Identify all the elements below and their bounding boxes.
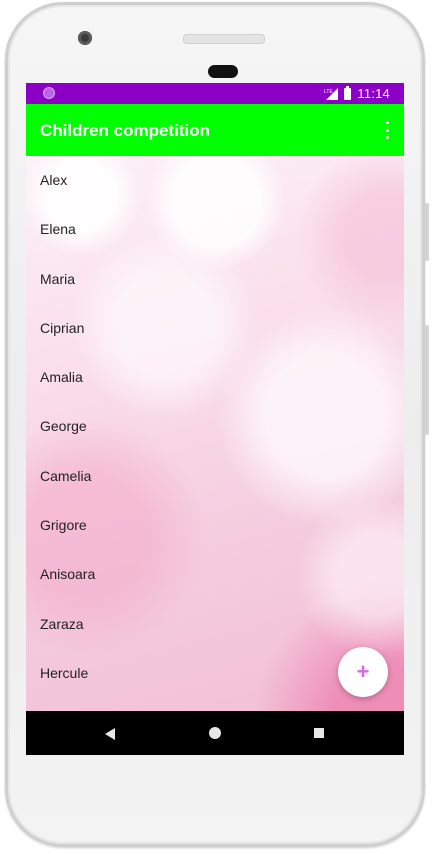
- notification-dot-icon: [43, 87, 55, 99]
- list-item[interactable]: Zaraza: [26, 600, 404, 649]
- app-bar: Children competition: [26, 104, 404, 156]
- power-button: [425, 203, 429, 261]
- earpiece-speaker: [183, 34, 265, 44]
- network-type-label: LTE: [324, 89, 333, 95]
- back-icon[interactable]: [104, 727, 116, 745]
- list-item[interactable]: Anisoara: [26, 550, 404, 599]
- children-list-container[interactable]: Alex Elena Maria Ciprian Amalia George C…: [26, 156, 404, 711]
- add-child-button[interactable]: +: [338, 647, 388, 697]
- status-bar: LTE 11:14: [26, 83, 404, 104]
- status-icons: LTE 11:14: [324, 85, 390, 102]
- list-item[interactable]: Maria: [26, 255, 404, 304]
- add-icon: +: [356, 659, 370, 684]
- proximity-sensor: [208, 65, 238, 78]
- children-list: Alex Elena Maria Ciprian Amalia George C…: [26, 156, 404, 698]
- home-icon[interactable]: [209, 727, 221, 739]
- signal-icon: LTE: [324, 87, 339, 100]
- list-item[interactable]: Amalia: [26, 353, 404, 402]
- page-title: Children competition: [40, 121, 210, 140]
- navigation-bar: [26, 711, 404, 755]
- list-item[interactable]: Alex: [26, 156, 404, 205]
- list-item[interactable]: Ciprian: [26, 304, 404, 353]
- list-item[interactable]: Elena: [26, 205, 404, 254]
- battery-icon: [344, 85, 352, 100]
- list-item[interactable]: George: [26, 402, 404, 451]
- device-screen: LTE 11:14 Children competition Alex Elen…: [26, 83, 404, 755]
- volume-button: [425, 325, 429, 435]
- recents-icon[interactable]: [314, 728, 324, 738]
- list-item[interactable]: Grigore: [26, 501, 404, 550]
- status-time: 11:14: [357, 86, 390, 101]
- list-item[interactable]: Camelia: [26, 452, 404, 501]
- more-vert-icon[interactable]: [384, 121, 390, 139]
- front-camera-icon: [78, 31, 92, 45]
